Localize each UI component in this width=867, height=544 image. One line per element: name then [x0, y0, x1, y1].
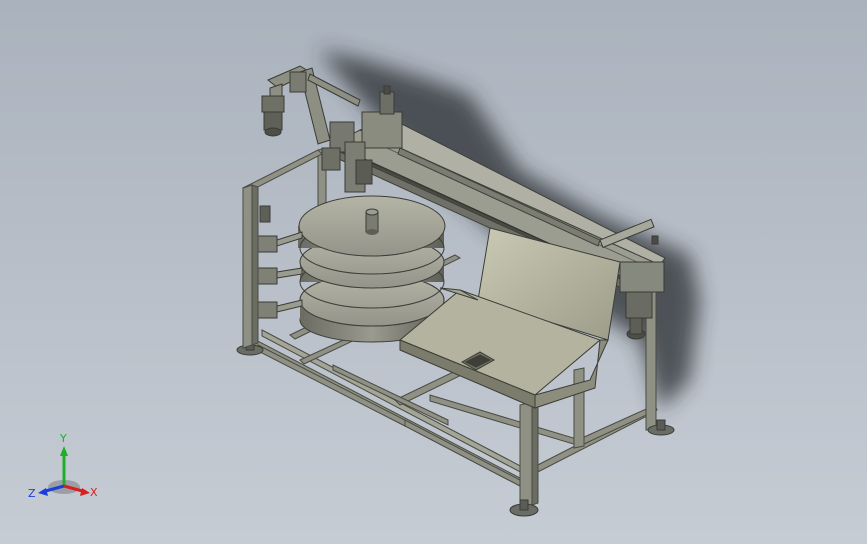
- z-axis-label: Z: [28, 487, 36, 500]
- x-axis-label: X: [90, 486, 98, 499]
- cad-viewport[interactable]: Y X Z: [0, 0, 867, 544]
- front-posts: [242, 184, 259, 349]
- rotary-trays: [298, 195, 446, 343]
- y-axis-label: Y: [59, 432, 67, 445]
- x-axis-arrow: [80, 488, 90, 496]
- z-axis-arrow: [38, 488, 48, 496]
- y-axis-arrow: [60, 446, 68, 456]
- orientation-triad: Y X Z: [28, 432, 98, 500]
- machine-model[interactable]: [0, 0, 867, 544]
- tray-actuators: [254, 205, 303, 319]
